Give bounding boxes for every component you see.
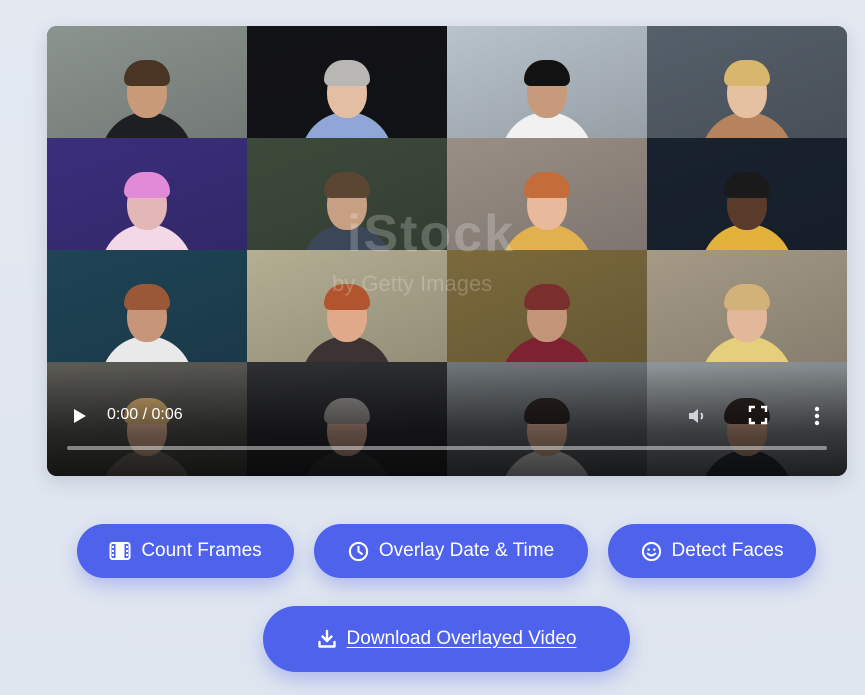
smile-icon (641, 541, 661, 561)
person-hair (324, 60, 370, 86)
fullscreen-button[interactable] (747, 404, 769, 426)
seek-bar[interactable] (67, 446, 827, 450)
face-tile (647, 250, 847, 362)
overlay-date-time-label: Overlay Date & Time (378, 540, 555, 561)
face-tile (647, 26, 847, 138)
face-tile (47, 26, 247, 138)
person-hair (724, 284, 770, 310)
more-options-button[interactable] (807, 404, 827, 428)
download-video-button[interactable]: Download Overlayed Video (263, 606, 630, 672)
film-icon (109, 542, 131, 560)
play-icon (74, 409, 86, 423)
fullscreen-icon (748, 405, 768, 425)
time-display: 0:00 / 0:06 (107, 406, 183, 423)
face-tile (247, 26, 447, 138)
face-tile (647, 138, 847, 250)
person-hair (524, 60, 570, 86)
face-tile (447, 138, 647, 250)
count-frames-button[interactable]: Count Frames (77, 524, 294, 578)
video-player[interactable]: iStock by Getty Images 0:00 / 0:06 (47, 26, 847, 476)
person-hair (524, 284, 570, 310)
detect-faces-label: Detect Faces (671, 540, 784, 561)
face-tile (247, 250, 447, 362)
download-video-label: Download Overlayed Video (346, 628, 577, 649)
person-hair (324, 172, 370, 198)
face-tile (47, 250, 247, 362)
person-hair (124, 172, 170, 198)
face-tile (247, 138, 447, 250)
person-hair (724, 60, 770, 86)
mute-button[interactable] (685, 404, 709, 428)
volume-icon (689, 409, 704, 423)
download-icon (317, 629, 336, 648)
detect-faces-button[interactable]: Detect Faces (608, 524, 816, 578)
person-hair (724, 172, 770, 198)
face-tile (447, 250, 647, 362)
more-vertical-icon (814, 406, 820, 426)
person-hair (124, 60, 170, 86)
count-frames-label: Count Frames (141, 540, 262, 561)
person-hair (324, 284, 370, 310)
overlay-date-time-button[interactable]: Overlay Date & Time (314, 524, 588, 578)
face-tile (447, 26, 647, 138)
person-hair (524, 172, 570, 198)
clock-icon (348, 541, 369, 561)
person-hair (124, 284, 170, 310)
play-button[interactable] (67, 404, 91, 428)
face-tile (47, 138, 247, 250)
